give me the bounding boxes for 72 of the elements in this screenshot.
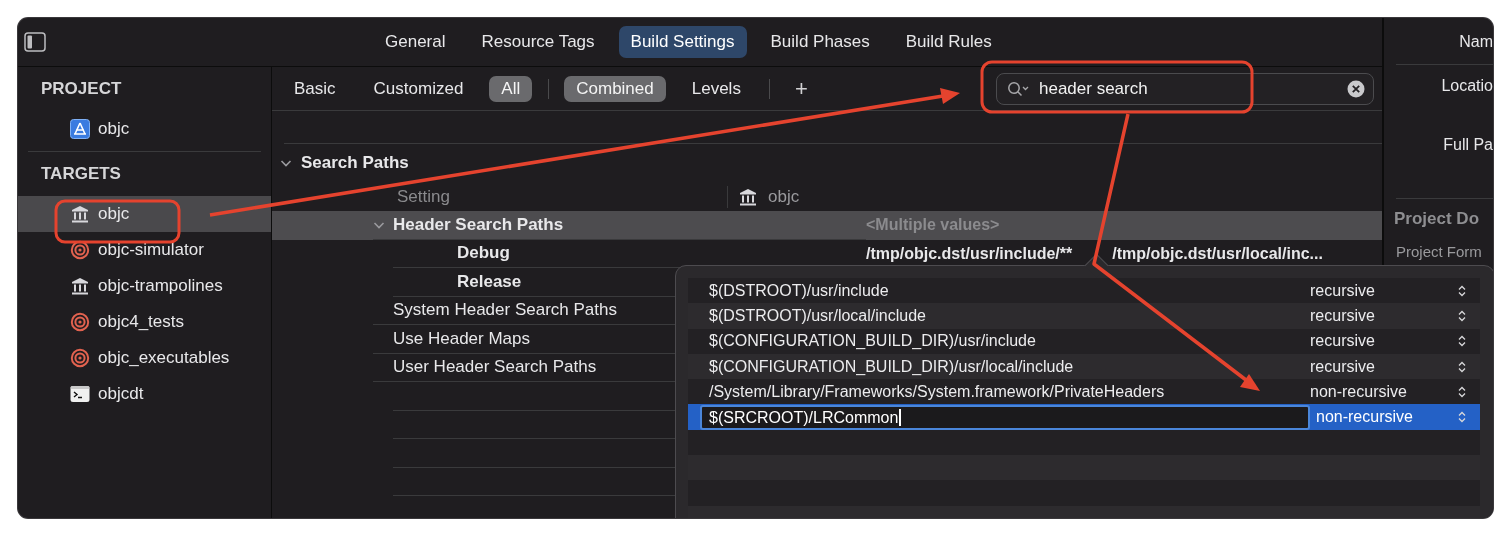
setting-name: Header Search Paths [393, 214, 564, 235]
app-icon [70, 119, 90, 139]
path-text: $(CONFIGURATION_BUILD_DIR)/usr/include [708, 332, 1037, 351]
setting-name: Use Header Maps [393, 328, 530, 349]
recursion-popup[interactable]: recursive [1310, 306, 1458, 325]
mode-button[interactable]: Levels [679, 75, 753, 102]
building-icon [70, 276, 90, 296]
field-label: Locatio [1441, 77, 1493, 95]
section-title: Project Do [1394, 209, 1480, 228]
building-icon [738, 186, 758, 207]
setting-value: /tmp/objc.dst/usr/include/** [866, 244, 1073, 263]
path-row[interactable]: /System/Library/Frameworks/System.framework/PrivateHeaders non-recursive [688, 379, 1480, 405]
path-text: $(CONFIGURATION_BUILD_DIR)/usr/local/include [708, 357, 1075, 376]
tab[interactable]: General [373, 26, 458, 58]
stepper-icon[interactable] [1458, 284, 1466, 297]
stepper-icon[interactable] [1458, 335, 1466, 348]
sidebar-item[interactable]: objc-simulator [18, 232, 271, 268]
setting-value: <Multiple values> [866, 216, 1000, 235]
add-button[interactable]: + [784, 75, 818, 102]
section-heading: PROJECT [41, 79, 122, 99]
target-icon [70, 348, 90, 368]
setting-name: User Header Search Paths [393, 357, 597, 378]
field-label: Project Form [1396, 243, 1482, 260]
tab[interactable]: Build Phases [758, 26, 882, 58]
search-field[interactable]: header search [996, 72, 1374, 105]
sidebar-item[interactable]: objc-trampolines [18, 268, 271, 304]
tab[interactable]: Build Settings [618, 26, 747, 58]
path-field[interactable]: $(SRCROOT)/LRCommon [700, 404, 1310, 430]
column-header: objc [768, 186, 800, 207]
path-row[interactable]: $(CONFIGURATION_BUILD_DIR)/usr/local/include recursive [688, 353, 1480, 380]
section-heading: TARGETS [41, 164, 121, 184]
setting-name: System Header Search Paths [393, 300, 617, 321]
path-row[interactable]: $(SRCROOT)/LRCommon non-recursive [688, 404, 1480, 430]
scope-button[interactable]: Basic [282, 75, 348, 102]
path-text: $(DSTROOT)/usr/local/include [708, 306, 927, 325]
setting-value: /tmp/objc.dst/usr/local/inc... [1112, 244, 1323, 263]
recursion-popup[interactable]: recursive [1310, 281, 1458, 300]
path-text: $(DSTROOT)/usr/include [708, 281, 890, 300]
path-row[interactable]: $(CONFIGURATION_BUILD_DIR)/usr/include recursive [688, 328, 1480, 354]
sidebar-item[interactable]: objc_executables [18, 340, 271, 376]
sidebar-item[interactable]: objc [18, 111, 271, 147]
sidebar-item[interactable]: objc [18, 196, 271, 232]
search-icon [1007, 80, 1029, 97]
scope-button[interactable]: All [489, 75, 533, 102]
setting-row[interactable]: Header Search Paths <Multiple values> [272, 211, 1382, 240]
path-row[interactable]: $(DSTROOT)/usr/include recursive [688, 278, 1480, 304]
tab[interactable]: Build Rules [893, 26, 1004, 58]
sidebar-toggle-icon[interactable] [24, 32, 46, 52]
path-row[interactable]: $(DSTROOT)/usr/local/include recursive [688, 303, 1480, 329]
sidebar-item[interactable]: objc4_tests [18, 304, 271, 340]
sidebar-item[interactable]: objcdt [18, 376, 271, 412]
stepper-icon[interactable] [1458, 385, 1466, 398]
mode-button[interactable]: Combined [564, 75, 666, 102]
tab[interactable]: Resource Tags [469, 26, 607, 58]
target-icon [70, 312, 90, 332]
section-title: Search Paths [301, 153, 409, 173]
path-text: /System/Library/Frameworks/System.framework/PrivateHeaders [708, 382, 1166, 401]
column-header: Setting [397, 186, 450, 206]
recursion-popup[interactable]: recursive [1310, 332, 1458, 351]
building-icon [70, 204, 90, 224]
recursion-popup[interactable]: non-recursive [1310, 382, 1458, 401]
recursion-popup[interactable]: recursive [1310, 357, 1458, 376]
terminal-icon [70, 385, 90, 403]
stepper-icon[interactable] [1458, 360, 1466, 373]
clear-icon[interactable] [1347, 79, 1365, 98]
field-label: Full Pa [1443, 136, 1493, 154]
scope-button[interactable]: Customized [361, 75, 476, 102]
stepper-icon[interactable] [1458, 309, 1466, 322]
setting-name: Release [457, 271, 522, 292]
field-label: Nam [1459, 33, 1493, 51]
setting-name: Debug [457, 243, 510, 264]
recursion-popup[interactable]: non-recursive [1310, 408, 1458, 427]
